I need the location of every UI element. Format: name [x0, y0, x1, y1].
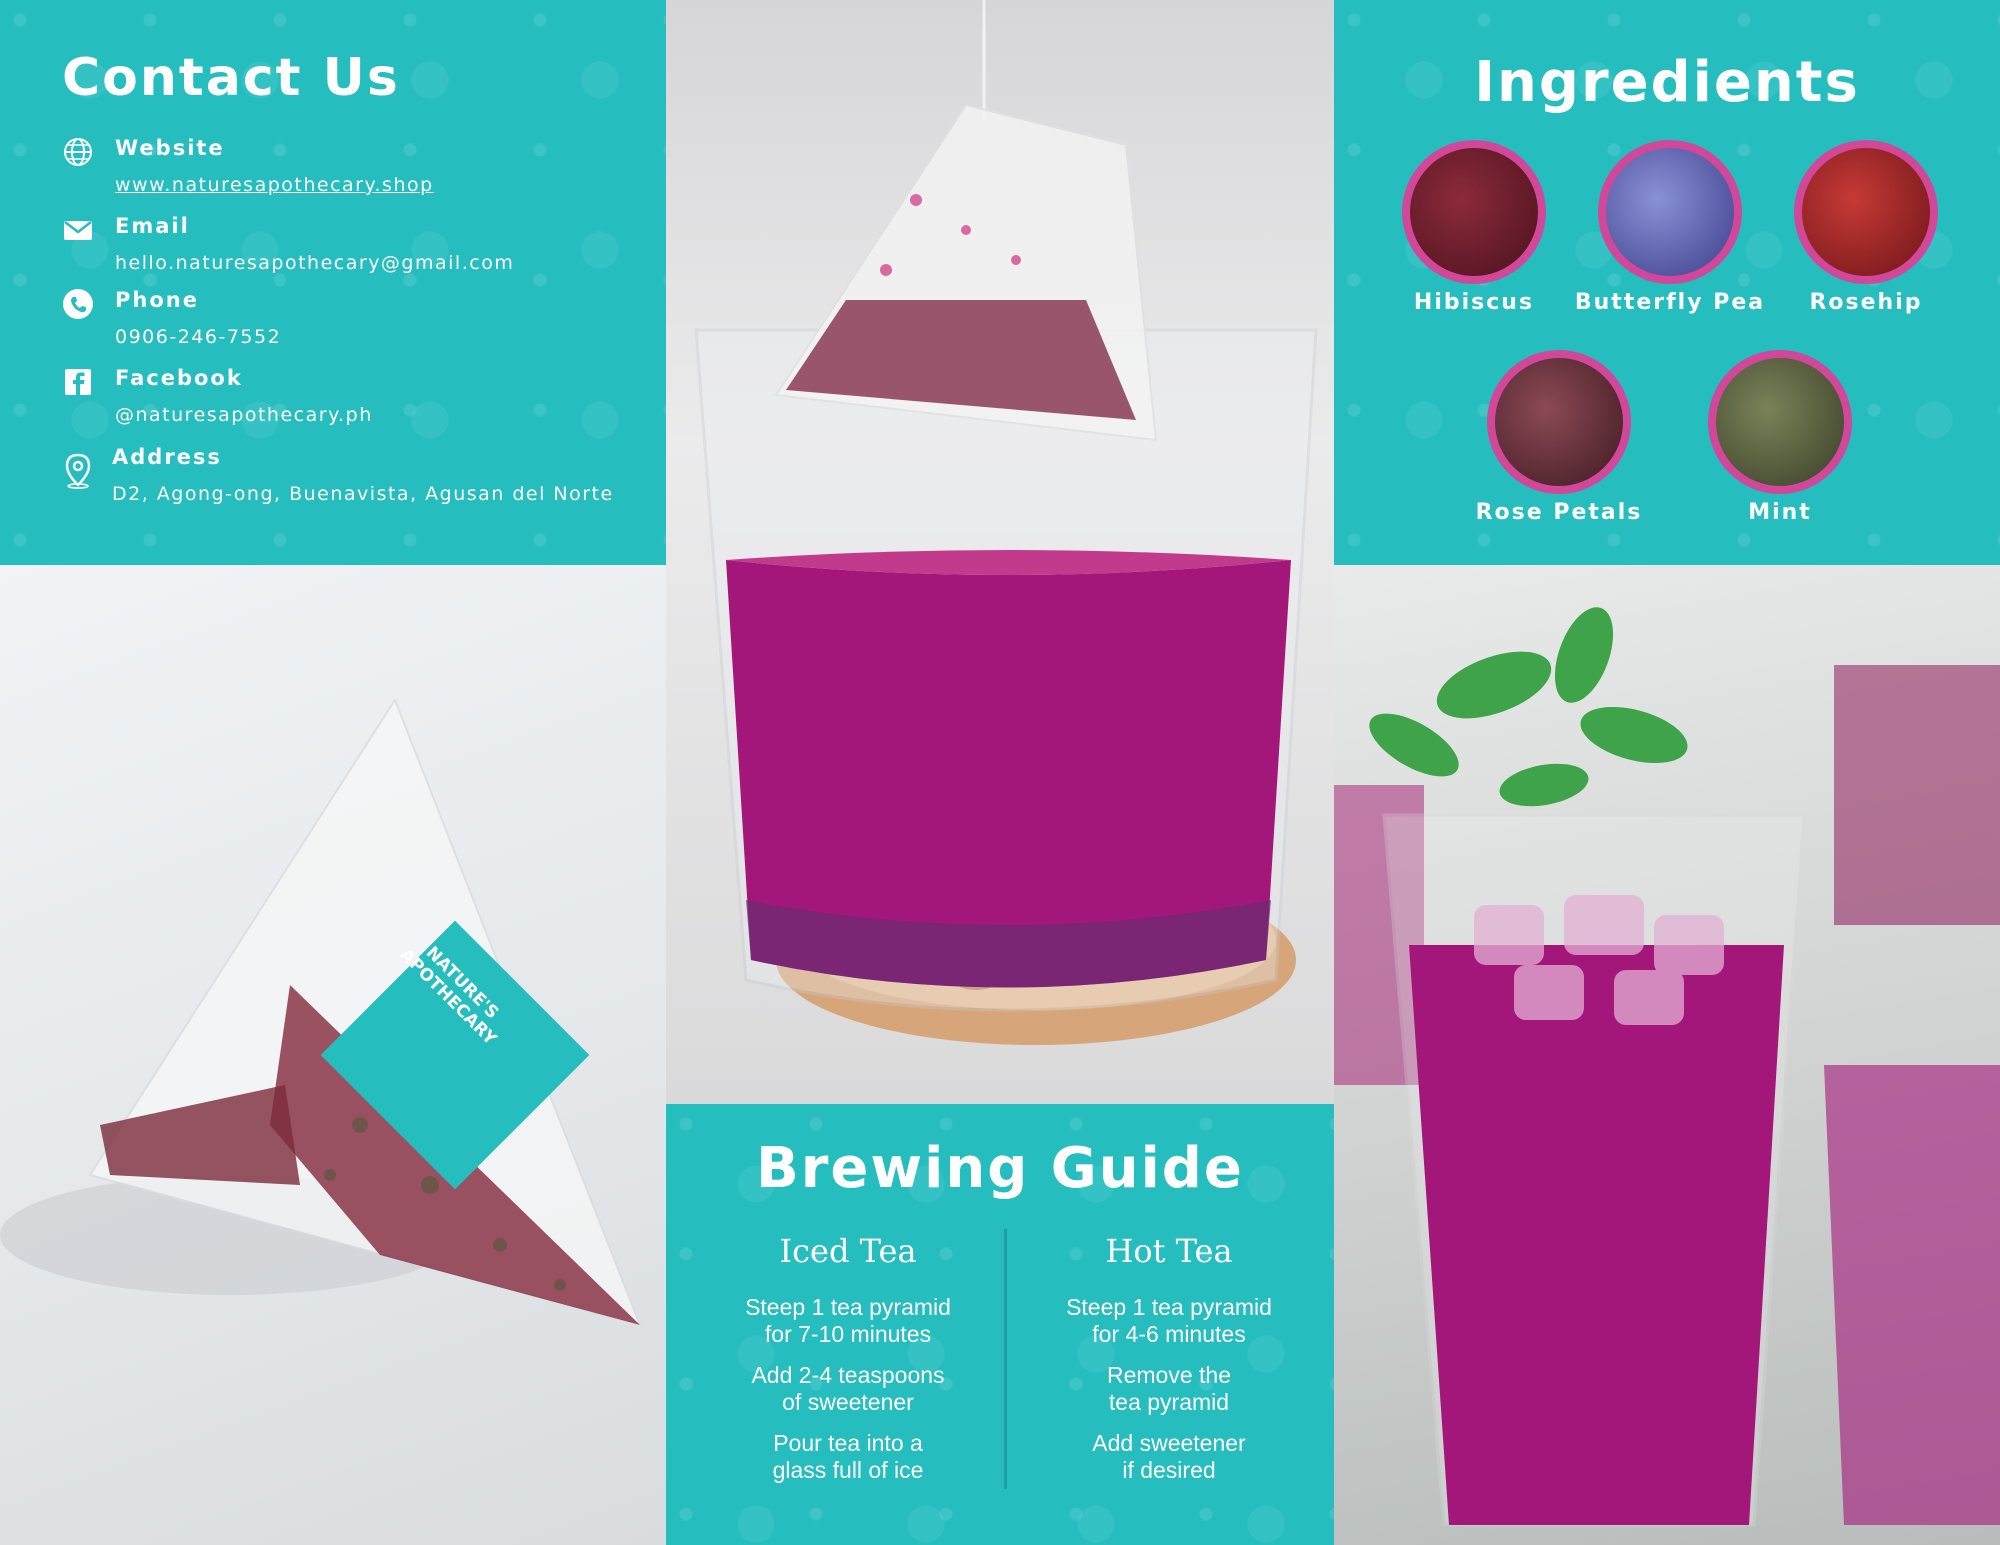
hot-step-2: Remove the tea pyramid [1106, 1362, 1231, 1415]
ingredient-rosehip: Rosehip [1766, 140, 1966, 315]
hot-step-3: Add sweetener if desired [1092, 1430, 1246, 1483]
website-label: Website [115, 136, 225, 160]
iced-tea-illustration [1334, 607, 2000, 1527]
iced-step-2: Add 2-4 teaspoons of sweetener [751, 1362, 945, 1415]
brewing-guide-panel: Brewing Guide Iced Tea Steep 1 tea pyram… [666, 1104, 1334, 1545]
envelope-icon [62, 214, 94, 246]
hot-tea-heading: Hot Tea [1105, 1232, 1233, 1270]
ingredient-name: Mint [1748, 500, 1812, 525]
ingredient-rose-petals: Rose Petals [1459, 350, 1659, 525]
facebook-icon [62, 366, 94, 398]
iced-tea-column: Iced Tea Steep 1 tea pyramid for 7-10 mi… [698, 1232, 998, 1498]
iced-step-1: Steep 1 tea pyramid for 7-10 minutes [745, 1294, 951, 1347]
contact-panel: Contact Us Website www.naturesapothecary… [0, 0, 666, 565]
ingredient-image [1794, 140, 1938, 284]
ingredients-panel: Ingredients Hibiscus Butterfly Pea Roseh… [1334, 0, 2000, 565]
email-value[interactable]: hello.naturesapothecary@gmail.com [115, 252, 514, 274]
address-value: D2, Agong-ong, Buenavista, Agusan del No… [112, 483, 614, 505]
ingredient-name: Rose Petals [1475, 500, 1643, 525]
iced-tea-photo [1334, 565, 2000, 1545]
phone-value[interactable]: 0906-246-7552 [115, 326, 281, 348]
ingredient-image [1708, 350, 1852, 494]
ingredient-name: Rosehip [1809, 290, 1923, 315]
ingredient-mint: Mint [1680, 350, 1880, 525]
teabag-illustration [0, 697, 642, 1327]
hot-tea-column: Hot Tea Steep 1 tea pyramid for 4-6 minu… [1019, 1232, 1319, 1498]
teabag-photo: NATURE'S APOTHECARY [0, 565, 666, 1545]
ingredient-name: Hibiscus [1413, 290, 1535, 315]
ingredient-image [1402, 140, 1546, 284]
contact-title: Contact Us [62, 48, 400, 108]
ingredient-image [1598, 140, 1742, 284]
iced-tea-heading: Iced Tea [779, 1232, 917, 1270]
brewing-title: Brewing Guide [756, 1136, 1244, 1201]
ingredient-image [1487, 350, 1631, 494]
globe-icon [62, 136, 94, 168]
phone-label: Phone [115, 288, 199, 312]
facebook-value[interactable]: @naturesapothecary.ph [115, 404, 373, 426]
column-divider [1004, 1229, 1007, 1489]
website-link[interactable]: www.naturesapothecary.shop [115, 174, 434, 196]
map-pin-icon [62, 453, 94, 489]
ingredient-hibiscus: Hibiscus [1374, 140, 1574, 315]
email-label: Email [115, 214, 190, 238]
facebook-label: Facebook [115, 366, 243, 390]
ingredient-butterfly-pea: Butterfly Pea [1570, 140, 1770, 315]
tea-glass-photo [666, 0, 1334, 1104]
hot-step-1: Steep 1 tea pyramid for 4-6 minutes [1066, 1294, 1272, 1347]
ingredient-name: Butterfly Pea [1574, 290, 1766, 315]
tea-glass-illustration [694, 0, 1318, 1045]
phone-icon [62, 288, 94, 320]
ingredients-title: Ingredients [1474, 50, 1860, 115]
iced-step-3: Pour tea into a glass full of ice [772, 1430, 924, 1483]
address-label: Address [112, 445, 222, 469]
